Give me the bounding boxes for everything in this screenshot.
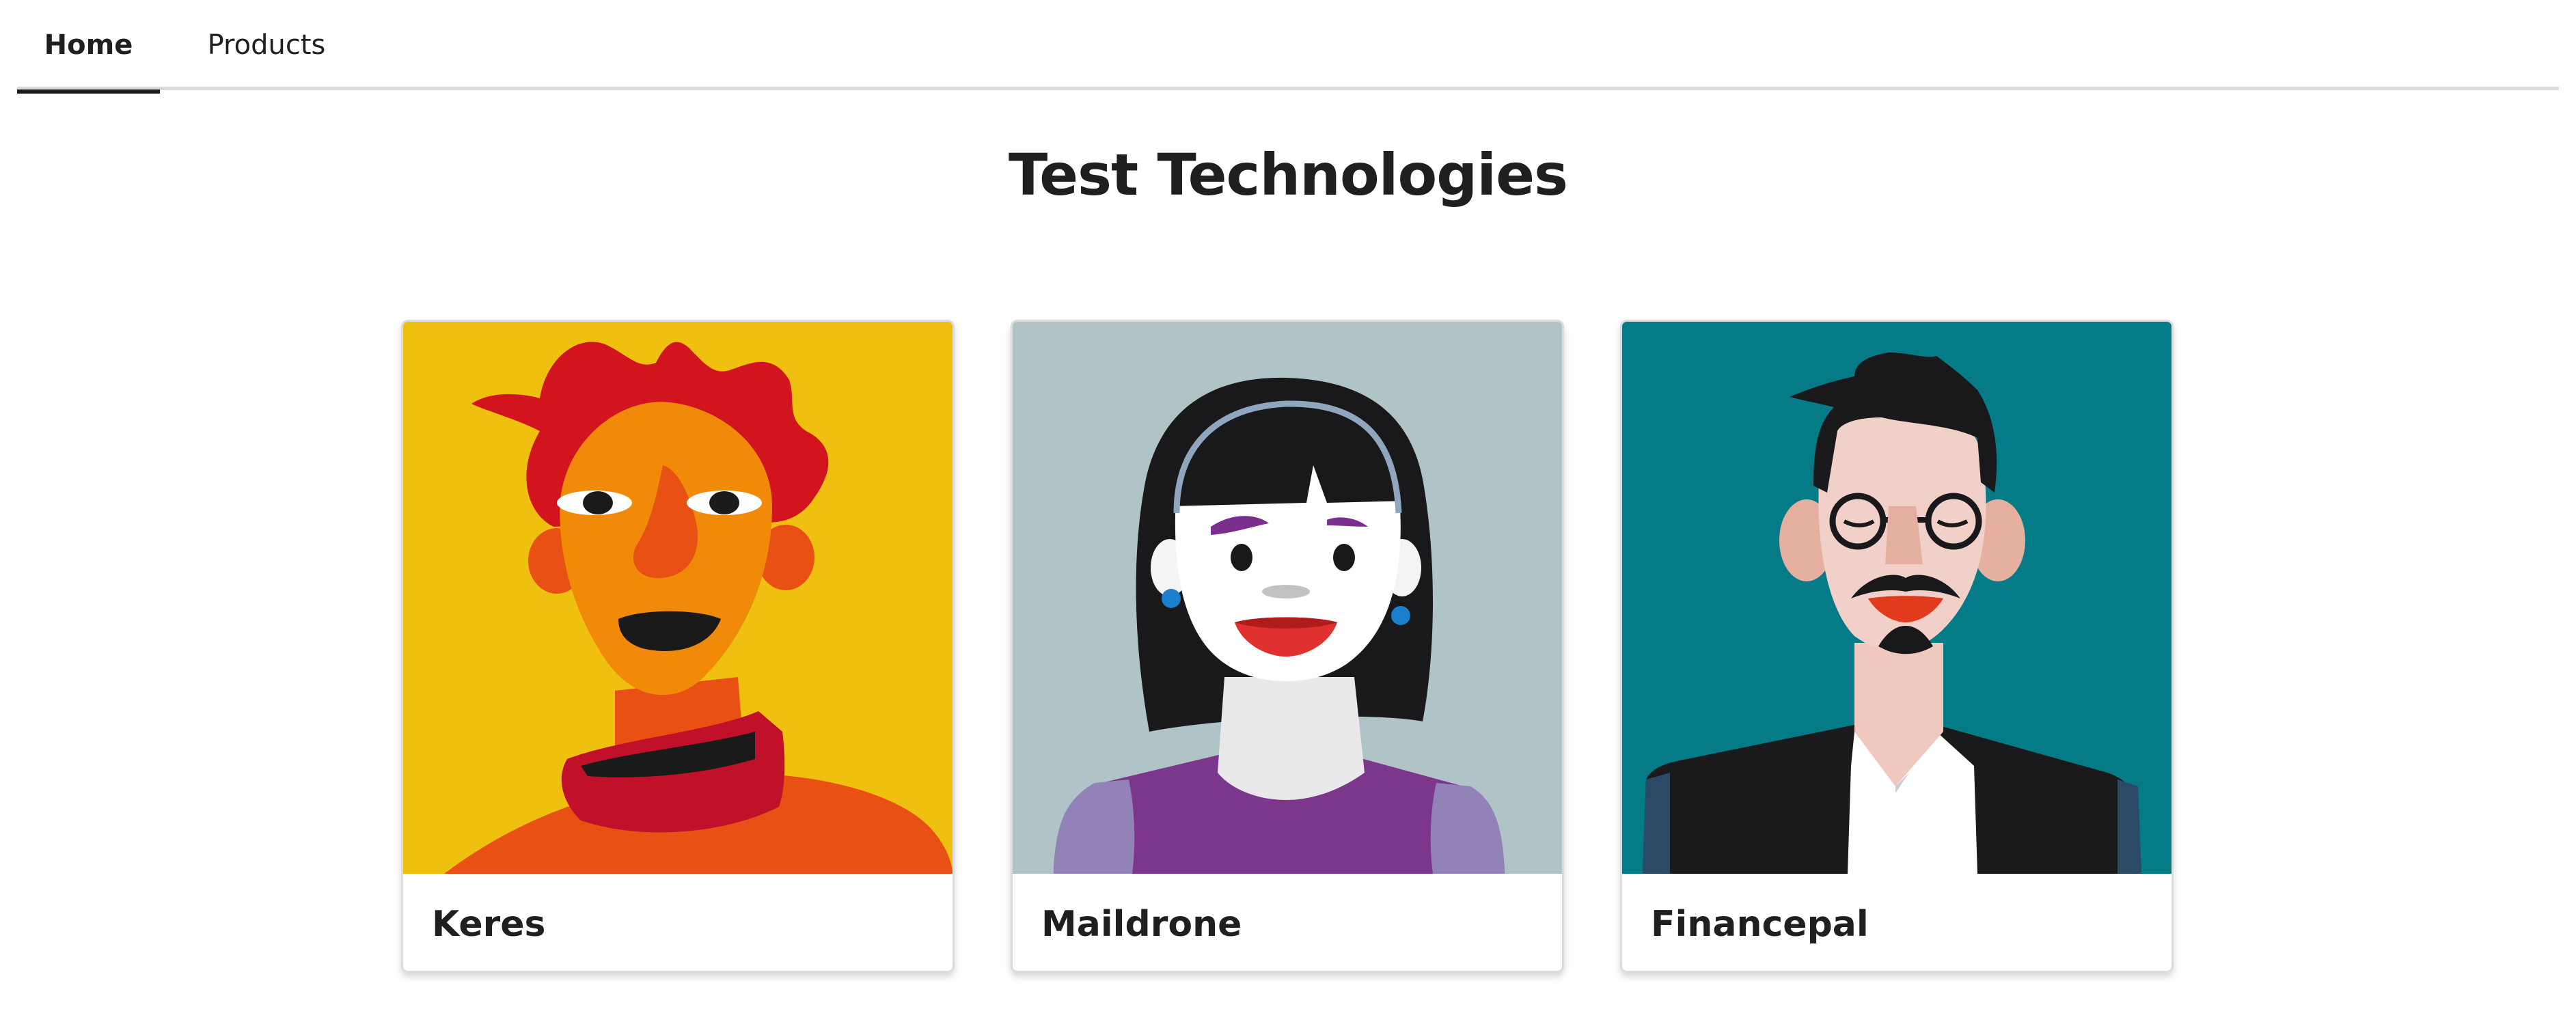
keres-illustration [403, 322, 953, 874]
financepal-illustration [1622, 322, 2171, 874]
product-card-financepal[interactable]: Financepal [1620, 320, 2174, 973]
maildrone-illustration [1013, 322, 1562, 874]
card-title: Keres [432, 904, 546, 945]
card-title: Maildrone [1041, 904, 1242, 945]
card-title: Financepal [1651, 904, 1869, 945]
tab-bar: Home Products [17, 0, 2559, 94]
tab-home[interactable]: Home [17, 0, 160, 94]
product-card-keres[interactable]: Keres [401, 320, 955, 973]
page-title: Test Technologies [1008, 141, 1568, 208]
tab-products[interactable]: Products [178, 0, 355, 90]
product-card-maildrone[interactable]: Maildrone [1011, 320, 1564, 973]
